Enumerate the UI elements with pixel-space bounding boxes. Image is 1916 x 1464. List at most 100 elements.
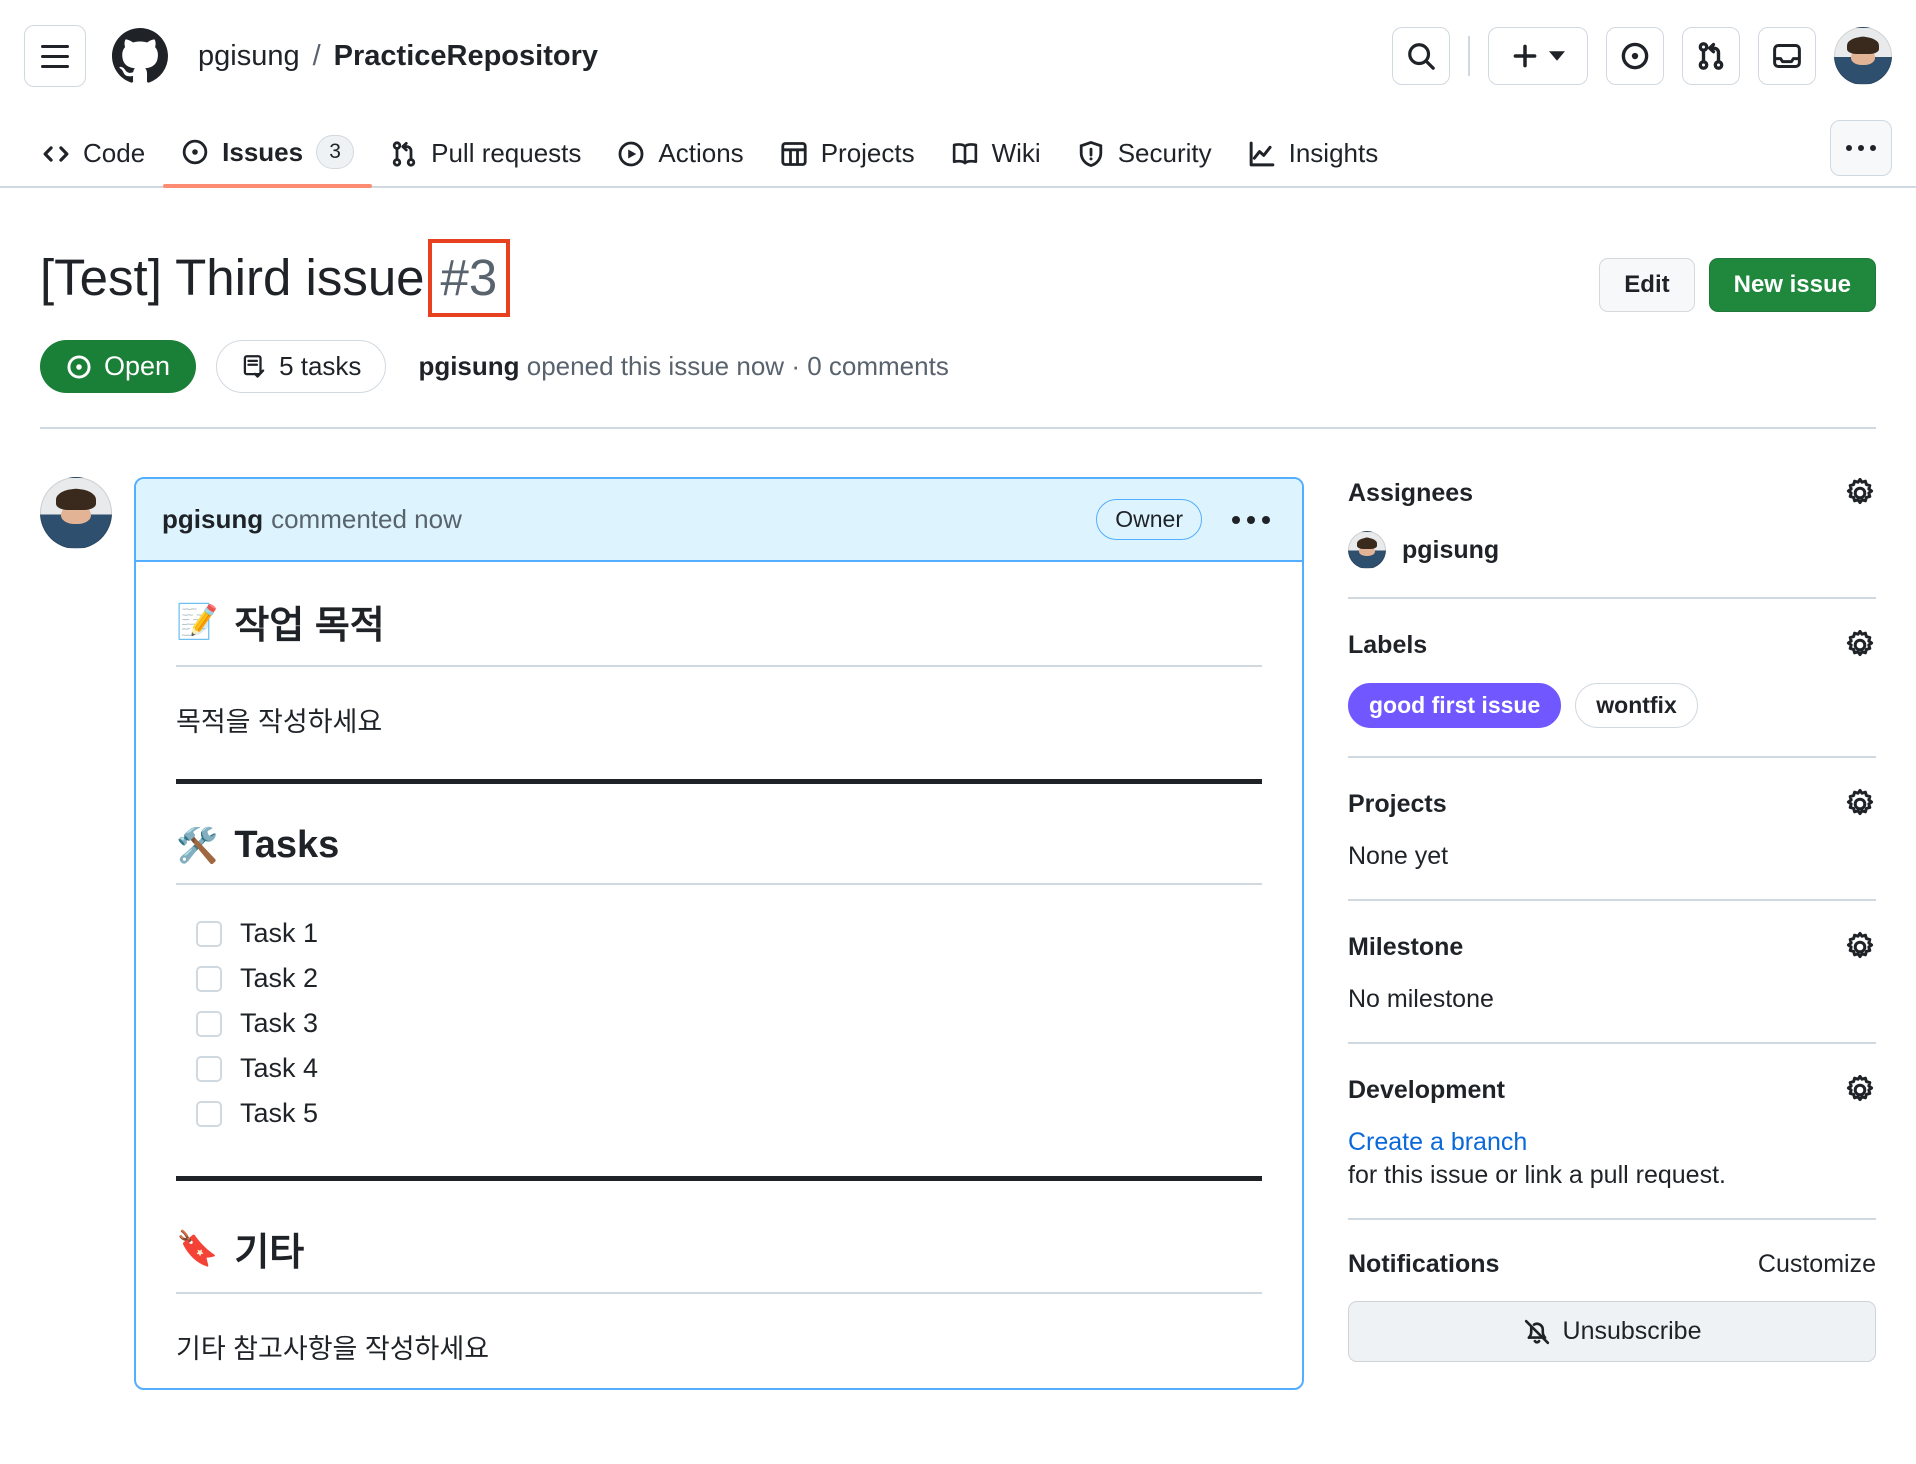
issue-sidebar: Assignees pgisung Labels good first issu… — [1336, 477, 1876, 1390]
customize-notifications-button[interactable]: Customize — [1758, 1250, 1876, 1279]
section-heading-text: 작업 목적 — [234, 605, 385, 647]
issue-opened-icon — [182, 139, 208, 165]
unsubscribe-button[interactable]: Unsubscribe — [1348, 1301, 1876, 1362]
task-label: Task 3 — [240, 1008, 319, 1038]
tab-actions[interactable]: Actions — [599, 138, 761, 186]
sidebar-section-development: Development Create a branch for this iss… — [1348, 1042, 1876, 1218]
avatar — [1348, 531, 1386, 569]
issue-main-column: pgisung commented now Owner 📝 작업 목적 목적을 … — [40, 477, 1304, 1390]
label-chip-wontfix[interactable]: wontfix — [1575, 683, 1698, 728]
issue-page: [Test] Third issue #3 Edit New issue Ope… — [0, 188, 1916, 429]
memo-icon: 📝 — [176, 602, 219, 641]
kebab-dot — [1858, 145, 1864, 151]
tab-label: Projects — [820, 138, 915, 168]
labels-list: good first issue wontfix — [1348, 683, 1876, 728]
sidebar-heading: Assignees — [1348, 477, 1876, 509]
assignees-body: pgisung — [1348, 531, 1876, 569]
table-icon — [781, 141, 807, 166]
edit-button[interactable]: Edit — [1599, 258, 1695, 312]
task-checkbox[interactable] — [196, 1100, 222, 1127]
tab-security[interactable]: Security — [1059, 138, 1230, 186]
unsubscribe-label: Unsubscribe — [1562, 1317, 1702, 1345]
tab-insights[interactable]: Insights — [1230, 138, 1397, 186]
section-heading-purpose: 📝 작업 목적 — [176, 594, 1262, 667]
comment-body: 📝 작업 목적 목적을 작성하세요 🛠️ Tasks Task 1 Task 2… — [136, 562, 1302, 1386]
breadcrumb-repo[interactable]: PracticeRepository — [334, 40, 598, 73]
projects-title: Projects — [1348, 789, 1447, 818]
nav-more-button[interactable] — [1830, 120, 1892, 176]
search-icon — [1408, 43, 1435, 70]
create-new-button[interactable] — [1488, 27, 1588, 85]
hamburger-menu-icon[interactable] — [24, 25, 86, 87]
projects-settings-button[interactable] — [1844, 788, 1876, 820]
tab-label: Issues — [222, 136, 304, 167]
repository-nav: Code Issues 3 Pull requests Actions Proj… — [0, 112, 1916, 188]
header-divider — [1468, 36, 1470, 76]
markdown-rule — [176, 779, 1262, 784]
section-paragraph-other: 기타 참고사항을 작성하세요 — [176, 1334, 490, 1364]
development-settings-button[interactable] — [1844, 1074, 1876, 1106]
create-branch-link[interactable]: Create a branch — [1348, 1128, 1876, 1157]
notifications-inbox-button[interactable] — [1758, 27, 1816, 85]
issues-button[interactable] — [1606, 27, 1664, 85]
gear-icon — [1846, 788, 1874, 816]
chevron-down-icon — [1549, 51, 1565, 61]
new-issue-button[interactable]: New issue — [1708, 258, 1876, 312]
development-body: Create a branch for this issue or link a… — [1348, 1128, 1876, 1190]
label-chip-good-first-issue[interactable]: good first issue — [1348, 683, 1562, 728]
gear-icon — [1846, 1074, 1874, 1102]
tab-issues[interactable]: Issues 3 — [163, 135, 373, 188]
comment-header: pgisung commented now Owner — [136, 479, 1302, 562]
development-hint: for this issue or link a pull request. — [1348, 1161, 1726, 1189]
tab-label: Actions — [658, 138, 744, 168]
tasks-pill-label: 5 tasks — [279, 351, 362, 381]
issue-author[interactable]: pgisung — [418, 351, 519, 381]
milestone-settings-button[interactable] — [1844, 931, 1876, 963]
shield-icon — [1079, 140, 1102, 167]
header-actions — [1392, 27, 1892, 85]
labels-settings-button[interactable] — [1844, 629, 1876, 661]
assignee-name: pgisung — [1402, 535, 1500, 564]
user-avatar[interactable] — [1834, 27, 1892, 85]
section-heading-other: 🔖 기타 — [176, 1221, 1262, 1294]
tab-projects[interactable]: Projects — [762, 138, 933, 186]
issue-meta-action: opened this issue — [526, 351, 730, 381]
breadcrumb-owner[interactable]: pgisung — [198, 40, 300, 73]
global-header: pgisung / PracticeRepository — [0, 0, 1916, 112]
milestone-value: No milestone — [1348, 985, 1494, 1013]
comment-options-icon[interactable] — [1226, 510, 1276, 530]
task-checkbox[interactable] — [196, 1055, 222, 1082]
pull-request-icon — [392, 140, 416, 167]
comment-time: now — [414, 504, 462, 534]
assignee-item[interactable]: pgisung — [1348, 531, 1876, 569]
tab-wiki[interactable]: Wiki — [933, 138, 1059, 186]
sidebar-section-milestone: Milestone No milestone — [1348, 899, 1876, 1042]
task-checkbox[interactable] — [196, 920, 222, 947]
issue-meta-row: Open 5 tasks pgisung opened this issue n… — [40, 340, 1876, 393]
task-label: Task 2 — [240, 963, 319, 993]
github-logo-icon[interactable] — [112, 28, 168, 84]
notifications-title: Notifications — [1348, 1250, 1500, 1278]
tab-label: Code — [83, 138, 146, 168]
code-icon — [43, 145, 69, 162]
search-button[interactable] — [1392, 27, 1450, 85]
comment-header-actions: Owner — [1096, 499, 1276, 540]
issue-title-text: [Test] Third issue — [40, 249, 425, 306]
gear-icon — [1846, 931, 1874, 959]
issue-meta-text: pgisung opened this issue now · 0 commen… — [418, 351, 948, 382]
comment-author-avatar[interactable] — [40, 477, 112, 549]
tab-code[interactable]: Code — [24, 138, 163, 186]
tasks-progress-pill[interactable]: 5 tasks — [216, 340, 387, 393]
graph-icon — [1249, 141, 1274, 166]
task-checkbox[interactable] — [196, 1010, 222, 1037]
tab-label: Security — [1117, 138, 1212, 168]
pull-requests-button[interactable] — [1682, 27, 1740, 85]
task-checkbox[interactable] — [196, 965, 222, 992]
assignees-settings-button[interactable] — [1844, 477, 1876, 509]
author-role-badge[interactable]: Owner — [1096, 499, 1202, 540]
labels-title: Labels — [1348, 630, 1428, 659]
markdown-rule — [176, 1176, 1262, 1181]
tab-pull-requests[interactable]: Pull requests — [372, 138, 599, 186]
comment-author[interactable]: pgisung — [162, 504, 263, 535]
sidebar-heading: Notifications Customize — [1348, 1250, 1876, 1279]
